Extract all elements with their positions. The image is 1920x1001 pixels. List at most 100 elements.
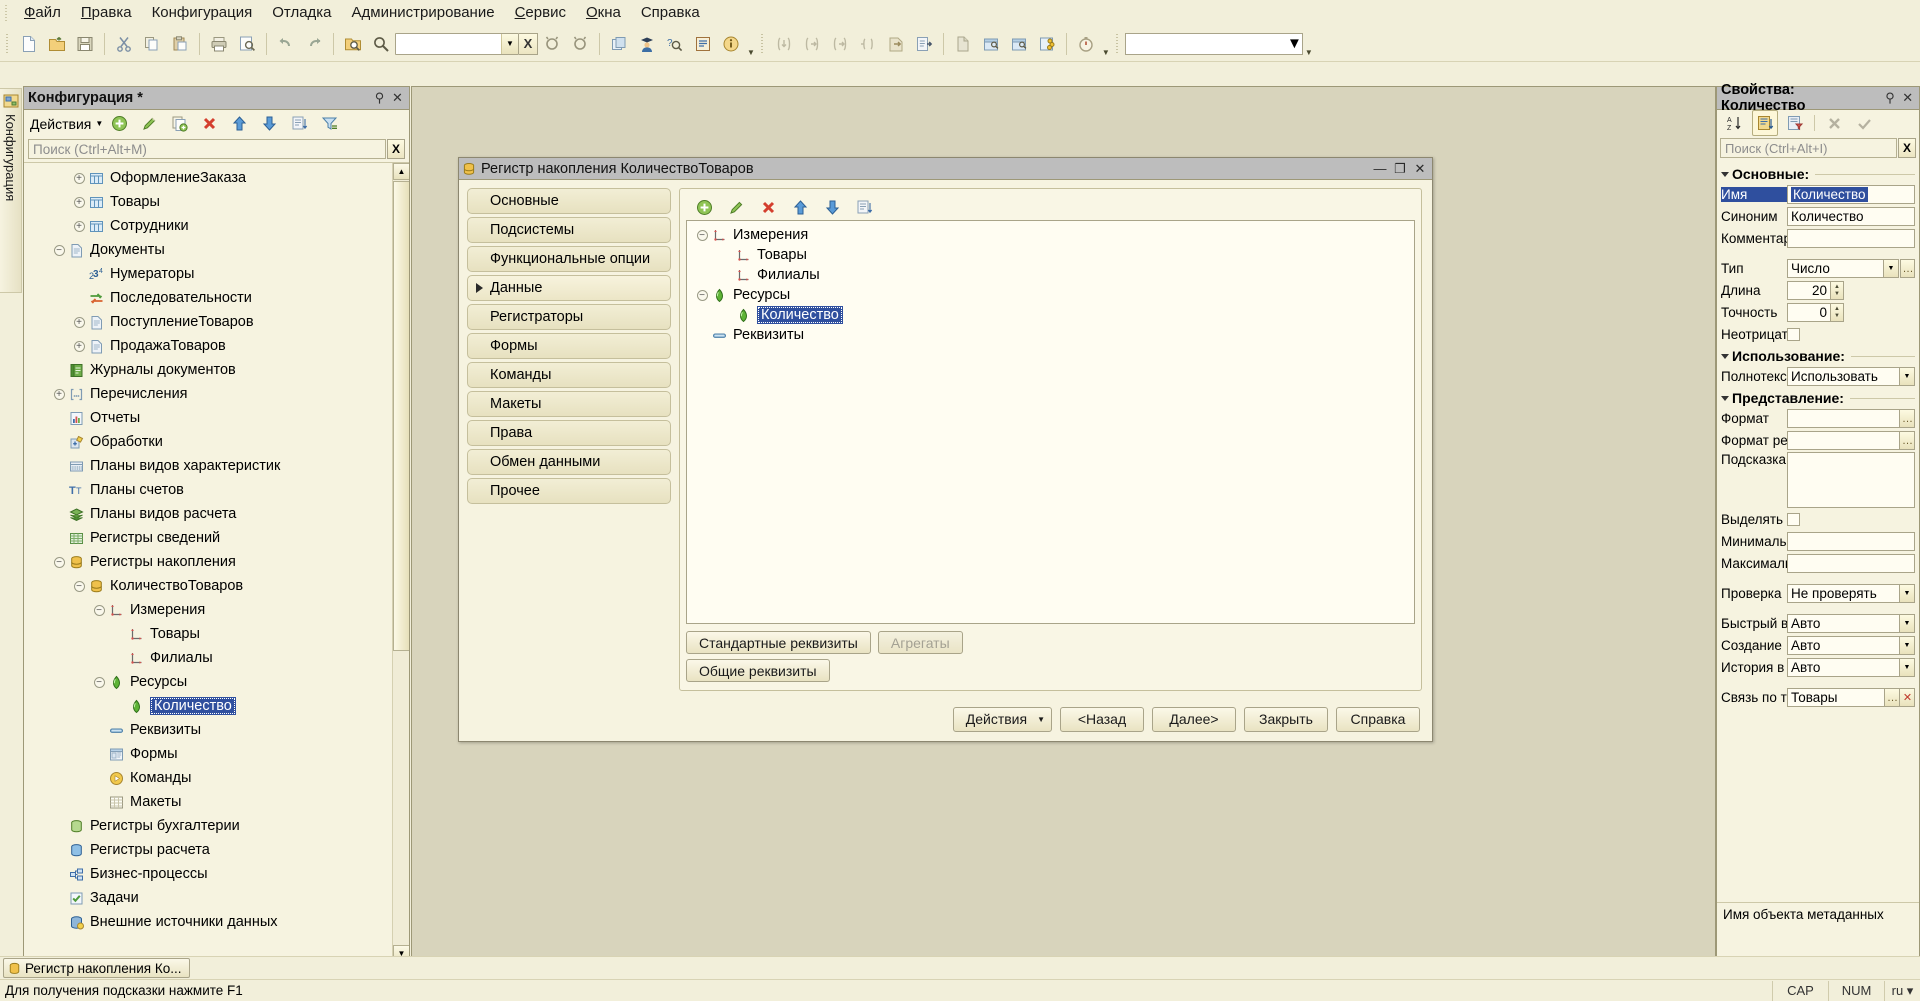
dialog-tab-прочее[interactable]: Прочее (467, 478, 671, 504)
search-input[interactable]: Поиск (Ctrl+Alt+M) (28, 139, 386, 159)
tree-expander[interactable]: + (112, 651, 126, 665)
pin-icon[interactable]: ⚲ (372, 90, 387, 106)
dialog-tab-формы[interactable]: Формы (467, 333, 671, 359)
tree-expander[interactable]: + (72, 195, 86, 209)
property-value-input[interactable] (1787, 554, 1915, 573)
toolbar-search-clear-button[interactable]: X (519, 32, 538, 55)
window-new-icon[interactable] (978, 31, 1004, 57)
syntax-helper-icon[interactable] (690, 31, 716, 57)
tree-item-поступлениетоваров[interactable]: + ПоступлениеТоваров (24, 310, 392, 334)
tree-expander[interactable]: + (52, 531, 66, 545)
tree-item-команды[interactable]: + Команды (24, 766, 392, 790)
data-tree-expander[interactable]: + (695, 328, 709, 342)
menu-item-windows[interactable]: Окна (576, 1, 631, 24)
print-preview-icon[interactable] (234, 31, 260, 57)
tree-expander[interactable]: − (92, 603, 106, 617)
tree-item-отчеты[interactable]: + Отчеты (24, 406, 392, 430)
info-icon[interactable] (718, 31, 744, 57)
tree-expander[interactable]: + (52, 867, 66, 881)
toolbar-overflow-chevron-icon-2[interactable]: ▼ (1102, 48, 1110, 61)
document-icon[interactable] (950, 31, 976, 57)
tree-item-документы[interactable]: − Документы (24, 238, 392, 262)
undo-icon[interactable] (273, 31, 299, 57)
menu-item-file[interactable]: Файл (14, 1, 71, 24)
find-prev-icon[interactable] (567, 31, 593, 57)
tree-expander[interactable]: + (72, 171, 86, 185)
tree-item-товары[interactable]: + Товары (24, 622, 392, 646)
chevron-down-icon[interactable]: ▼ (1900, 584, 1915, 603)
tree-item-ресурсы[interactable]: − Ресурсы (24, 670, 392, 694)
taskbar-item-register[interactable]: Регистр накопления Ко... (3, 958, 191, 978)
tree-expander[interactable]: − (52, 555, 66, 569)
property-checkbox[interactable] (1787, 513, 1800, 526)
chevron-down-icon[interactable]: ▼ (1900, 367, 1915, 386)
properties-group-header[interactable]: Представление: (1721, 390, 1915, 406)
add-icon[interactable] (691, 194, 717, 220)
collapse-triangle-icon[interactable] (1721, 353, 1729, 359)
tree-expander[interactable]: + (52, 435, 66, 449)
goto-line-icon[interactable] (855, 31, 881, 57)
toolbar-overflow-chevron-icon-3[interactable]: ▼ (1305, 48, 1313, 61)
actions-menu-button[interactable]: Действия (28, 116, 93, 132)
data-tree-expander[interactable]: + (719, 248, 733, 262)
tree-item-филиалы[interactable]: + Филиалы (24, 646, 392, 670)
chevron-down-icon[interactable]: ▼ (1900, 636, 1915, 655)
config-compare-icon[interactable] (1034, 31, 1060, 57)
properties-search-input[interactable]: Поиск (Ctrl+Alt+I) (1720, 138, 1897, 158)
tree-expander[interactable]: − (72, 579, 86, 593)
scroll-up-button[interactable]: ▲ (393, 163, 409, 180)
step-into-icon[interactable] (771, 31, 797, 57)
property-value-combo[interactable]: Использовать (1787, 367, 1900, 386)
toolbar-overflow-chevron-icon[interactable]: ▼ (747, 48, 755, 61)
run-to-cursor-icon[interactable] (883, 31, 909, 57)
tree-item-формы[interactable]: + Формы (24, 742, 392, 766)
sort-az-icon[interactable]: AZ (1722, 110, 1748, 136)
tree-item-товары[interactable]: + Товары (24, 190, 392, 214)
toolbar-secondary-combo[interactable]: ▼ (1124, 32, 1303, 55)
tree-item-планы-видов-характеристик[interactable]: + Планы видов характеристик (24, 454, 392, 478)
tree-item-журналы-документов[interactable]: + Журналы документов (24, 358, 392, 382)
dialog-tab-подсистемы[interactable]: Подсистемы (467, 217, 671, 243)
actions-button[interactable]: Действия ▼ (952, 706, 1052, 732)
ellipsis-button[interactable]: … (1900, 259, 1915, 278)
save-icon[interactable] (72, 31, 98, 57)
pin-icon[interactable]: ⚲ (1883, 90, 1898, 106)
data-tree-item-товары[interactable]: + Товары (689, 245, 1412, 265)
tree-item-регистры-накопления[interactable]: − Регистры накопления (24, 550, 392, 574)
spinner-buttons[interactable]: ▲ ▼ (1831, 303, 1844, 322)
property-value-input[interactable] (1787, 409, 1900, 428)
tree-expander[interactable]: + (52, 387, 66, 401)
chevron-down-icon[interactable]: ▼ (1900, 614, 1915, 633)
data-tree-item-филиалы[interactable]: + Филиалы (689, 265, 1412, 285)
chevron-down-icon-2[interactable]: ▼ (1287, 35, 1302, 52)
delete-icon[interactable] (196, 111, 222, 137)
menu-item-service[interactable]: Сервис (505, 1, 576, 24)
maximize-icon[interactable]: ❐ (1391, 161, 1409, 177)
tree-expander[interactable]: + (72, 267, 86, 281)
spinner-buttons[interactable]: ▲ ▼ (1831, 281, 1844, 300)
tree-expander[interactable]: + (92, 747, 106, 761)
scrollbar-thumb[interactable] (393, 181, 409, 651)
search-clear-button[interactable]: X (387, 139, 405, 159)
search-icon[interactable] (368, 31, 394, 57)
tree-expander[interactable]: + (72, 339, 86, 353)
filter-icon[interactable] (316, 111, 342, 137)
move-up-icon[interactable] (226, 111, 252, 137)
tree-item-регистры-сведений[interactable]: + Регистры сведений (24, 526, 392, 550)
property-value-input[interactable]: Товары (1787, 688, 1885, 707)
actions-chevron-down-icon[interactable]: ▼ (95, 119, 103, 128)
tree-item-задачи[interactable]: + Задачи (24, 886, 392, 910)
move-down-icon[interactable] (256, 111, 282, 137)
tree-item-реквизиты[interactable]: + Реквизиты (24, 718, 392, 742)
filter-props-icon[interactable] (1782, 110, 1808, 136)
next-statement-icon[interactable] (911, 31, 937, 57)
window-list-icon[interactable] (606, 31, 632, 57)
tree-expander[interactable]: + (92, 771, 106, 785)
minimize-icon[interactable]: — (1371, 161, 1389, 177)
tree-expander[interactable]: + (52, 891, 66, 905)
properties-search-clear-button[interactable]: X (1898, 138, 1916, 158)
ellipsis-button[interactable]: … (1900, 409, 1915, 428)
properties-group-header[interactable]: Использование: (1721, 348, 1915, 364)
tree-item-количество[interactable]: + Количество (24, 694, 392, 718)
tree-item-измерения[interactable]: − Измерения (24, 598, 392, 622)
